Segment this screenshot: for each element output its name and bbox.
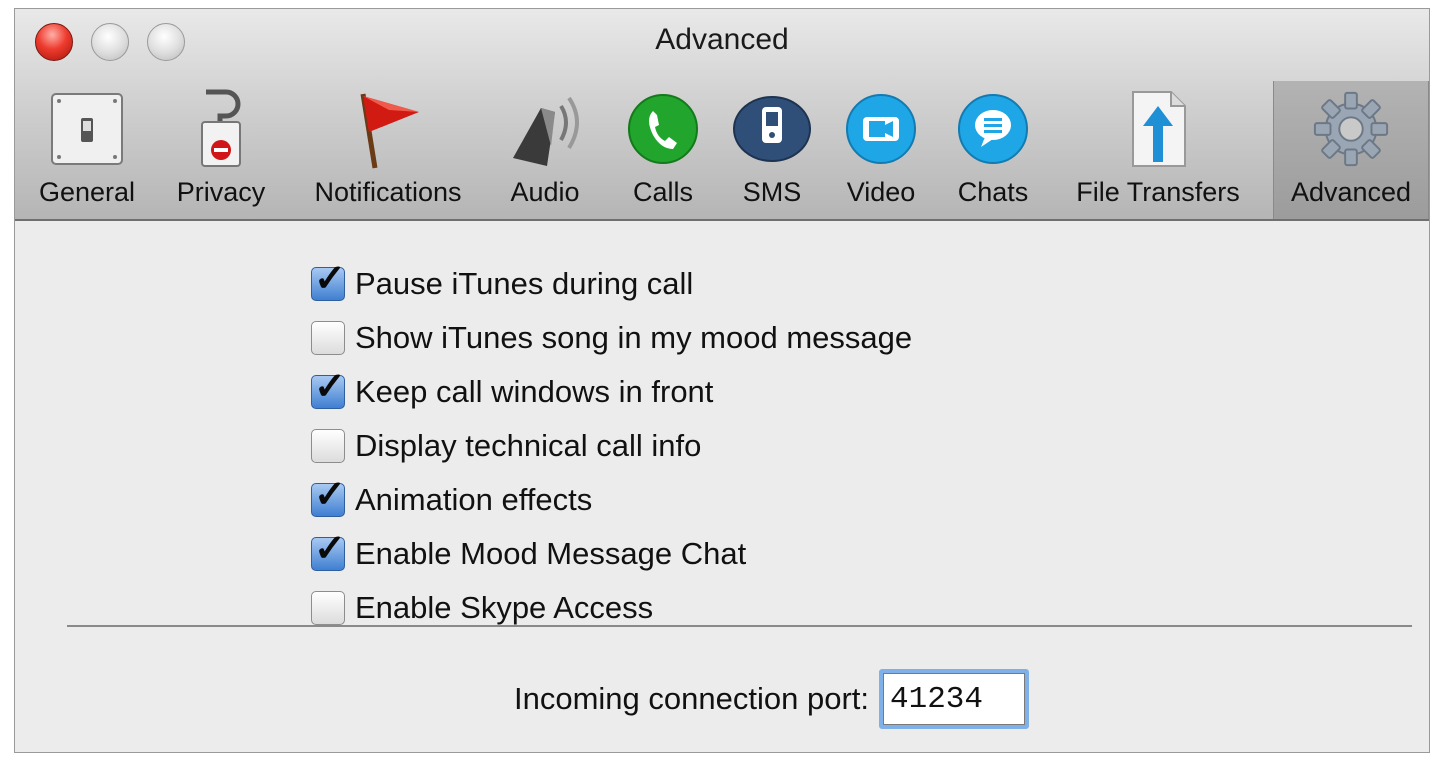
checkbox[interactable]: ✓ bbox=[311, 475, 346, 517]
option-label: Enable Skype Access bbox=[355, 590, 654, 625]
checkbox[interactable]: ✓ bbox=[311, 259, 346, 301]
tab-audio[interactable]: Audio bbox=[495, 81, 595, 219]
option-show-itunes-song[interactable]: Show iTunes song in my mood message bbox=[311, 311, 912, 365]
tab-label: SMS bbox=[742, 177, 802, 207]
tab-label: Video bbox=[846, 177, 916, 207]
checkmark-icon: ✓ bbox=[314, 474, 346, 516]
option-label: Animation effects bbox=[355, 482, 593, 517]
option-animation-effects[interactable]: ✓ Animation effects bbox=[311, 473, 912, 527]
checkbox[interactable]: ✓ bbox=[311, 367, 346, 409]
checkbox[interactable] bbox=[311, 321, 345, 355]
tab-label: Notifications bbox=[314, 177, 462, 207]
port-row: Incoming connection port: bbox=[15, 669, 1429, 729]
tab-file-transfers[interactable]: File Transfers bbox=[1051, 81, 1265, 219]
port-input[interactable] bbox=[883, 673, 1025, 725]
chat-bubble-icon bbox=[953, 87, 1033, 171]
tab-label: Advanced bbox=[1290, 177, 1412, 207]
title-bar: Advanced General Privacy Notifications A… bbox=[15, 9, 1429, 221]
mobile-phone-icon bbox=[732, 87, 812, 171]
tab-sms[interactable]: SMS bbox=[727, 81, 817, 219]
option-pause-itunes[interactable]: ✓ Pause iTunes during call bbox=[311, 257, 912, 311]
tab-label: Privacy bbox=[176, 177, 266, 207]
window-title: Advanced bbox=[655, 23, 789, 56]
option-label: Show iTunes song in my mood message bbox=[355, 320, 913, 355]
option-label: Keep call windows in front bbox=[355, 374, 714, 409]
gear-icon bbox=[1311, 87, 1391, 171]
port-field-focus-ring bbox=[879, 669, 1029, 729]
port-label: Incoming connection port: bbox=[514, 681, 869, 716]
checkmark-icon: ✓ bbox=[314, 528, 346, 570]
divider bbox=[67, 625, 1412, 627]
option-display-technical-call-info[interactable]: Display technical call info bbox=[311, 419, 912, 473]
tab-video[interactable]: Video bbox=[833, 81, 929, 219]
option-enable-mood-message-chat[interactable]: ✓ Enable Mood Message Chat bbox=[311, 527, 912, 581]
switch-icon bbox=[47, 87, 127, 171]
checkbox[interactable]: ✓ bbox=[311, 529, 346, 571]
option-keep-call-windows-front[interactable]: ✓ Keep call windows in front bbox=[311, 365, 912, 419]
checkmark-icon: ✓ bbox=[314, 258, 346, 300]
option-label: Enable Mood Message Chat bbox=[355, 536, 747, 571]
preferences-toolbar: General Privacy Notifications Audio Call… bbox=[15, 81, 1429, 219]
checkmark-icon: ✓ bbox=[314, 366, 346, 408]
speaker-icon bbox=[505, 87, 585, 171]
preferences-window: Advanced General Privacy Notifications A… bbox=[14, 8, 1430, 753]
tab-calls[interactable]: Calls bbox=[613, 81, 713, 219]
tab-notifications[interactable]: Notifications bbox=[295, 81, 481, 219]
advanced-pane: ✓ Pause iTunes during call Show iTunes s… bbox=[15, 221, 1429, 752]
red-flag-icon bbox=[348, 87, 428, 171]
tab-advanced[interactable]: Advanced bbox=[1273, 81, 1429, 219]
checkbox[interactable] bbox=[311, 429, 345, 463]
phone-icon bbox=[623, 87, 703, 171]
options-list: ✓ Pause iTunes during call Show iTunes s… bbox=[311, 257, 912, 635]
tab-chats[interactable]: Chats bbox=[945, 81, 1041, 219]
file-upload-icon bbox=[1118, 87, 1198, 171]
tab-label: File Transfers bbox=[1076, 177, 1240, 207]
option-label: Pause iTunes during call bbox=[355, 266, 694, 301]
lock-sign-icon bbox=[181, 87, 261, 171]
tab-label: Audio bbox=[510, 177, 580, 207]
tab-label: Calls bbox=[632, 177, 693, 207]
tab-privacy[interactable]: Privacy bbox=[163, 81, 279, 219]
option-label: Display technical call info bbox=[355, 428, 702, 463]
checkbox[interactable] bbox=[311, 591, 345, 625]
tab-label: Chats bbox=[957, 177, 1029, 207]
tab-label: General bbox=[38, 177, 136, 207]
tab-general[interactable]: General bbox=[27, 81, 147, 219]
video-camera-icon bbox=[841, 87, 921, 171]
